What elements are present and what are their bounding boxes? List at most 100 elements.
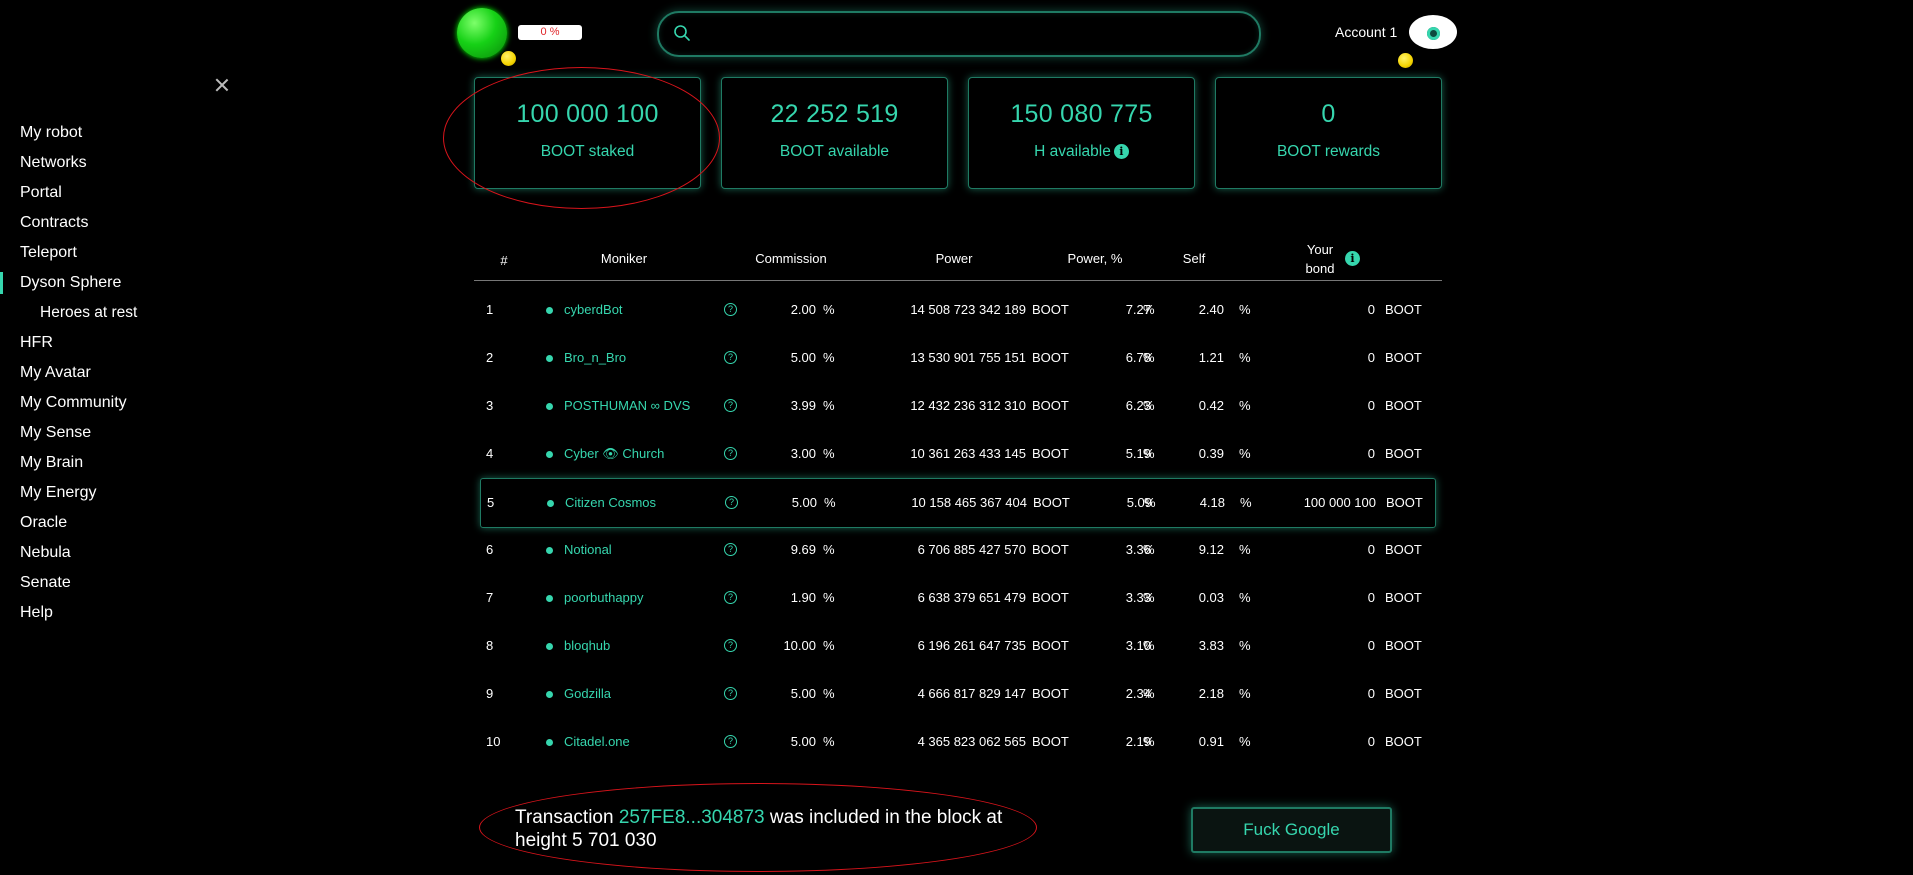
status-dot <box>546 403 553 410</box>
question-icon[interactable]: ? <box>724 735 737 748</box>
table-row[interactable]: 2 Bro_n_Bro? 5.00% 13 530 901 755 151 BOOT 6.… <box>474 334 1442 382</box>
moniker-link[interactable]: Bro_n_Bro <box>564 334 626 382</box>
bond-unit: BOOT <box>1385 446 1422 461</box>
commission-value: 2.00 <box>790 302 816 317</box>
table-header: # Moniker Commission Power Power, % Self… <box>474 240 1442 281</box>
sidebar-item-contracts[interactable]: Contracts <box>0 208 300 238</box>
table-row[interactable]: 8 bloqhub? 10.00% 6 196 261 647 735 BOOT 3.10… <box>474 622 1442 670</box>
commission-value: 5.00 <box>790 734 816 749</box>
tx-hash-link[interactable]: 257FE8...304873 <box>619 807 765 828</box>
power-pct-unit: % <box>1143 734 1155 749</box>
moniker-link[interactable]: Citizen Cosmos <box>565 479 656 527</box>
sidebar-item-networks[interactable]: Networks <box>0 148 300 178</box>
sidebar-item-my-brain[interactable]: My Brain <box>0 448 300 478</box>
question-icon[interactable]: ? <box>724 399 737 412</box>
power-unit: BOOT <box>1032 638 1069 653</box>
self-unit: % <box>1239 542 1251 557</box>
col-your-bond-line2: bond <box>1305 261 1335 276</box>
stat-label: BOOT staked <box>540 143 635 160</box>
row-number: 4 <box>486 446 494 461</box>
table-row[interactable]: 3 POSTHUMAN ∞ DVS? 3.99% 12 432 236 312 310… <box>474 382 1442 430</box>
power-value: 6 196 261 647 735 <box>917 638 1026 653</box>
power-value: 13 530 901 755 151 <box>910 350 1026 365</box>
table-row[interactable]: 9 Godzilla? 5.00% 4 666 817 829 147 BOOT 2.34… <box>474 670 1442 718</box>
sidebar-item-senate[interactable]: Senate <box>0 568 300 598</box>
self-value: 0.91 <box>1198 734 1224 749</box>
robot-status-dot <box>501 51 516 66</box>
row-number: 10 <box>486 734 501 749</box>
question-icon[interactable]: ? <box>724 351 737 364</box>
moniker-link[interactable]: bloqhub <box>564 622 610 670</box>
table-row[interactable]: 5 Citizen Cosmos? 5.00% 10 158 465 367 404 B… <box>480 478 1436 528</box>
question-icon[interactable]: ? <box>724 687 737 700</box>
stat-card-h-available: 150 080 775 H available i <box>968 77 1195 189</box>
sidebar-item-my-avatar[interactable]: My Avatar <box>0 358 300 388</box>
table-row[interactable]: 10 Citadel.one? 5.00% 4 365 823 062 565 BOOT… <box>474 718 1442 766</box>
question-icon[interactable]: ? <box>724 639 737 652</box>
moniker-link[interactable]: cyberdBot <box>564 286 623 334</box>
sidebar-item-nebula[interactable]: Nebula <box>0 538 300 568</box>
info-icon[interactable]: i <box>1345 251 1360 266</box>
power-pct-unit: % <box>1143 542 1155 557</box>
robot-avatar[interactable] <box>457 8 507 58</box>
table-row[interactable]: 4 Cyber 👁 Church? 3.00% 10 361 263 433 145 B… <box>474 430 1442 478</box>
table-row[interactable]: 1 cyberdBot? 2.00% 14 508 723 342 189 BOOT 7.… <box>474 286 1442 334</box>
power-unit: BOOT <box>1032 734 1069 749</box>
search-input[interactable] <box>703 17 1247 51</box>
info-icon[interactable]: i <box>1113 144 1129 160</box>
moniker-link[interactable]: Cyber 👁 Church <box>564 430 664 478</box>
commission-unit: % <box>824 495 836 510</box>
power-pct-unit: % <box>1143 590 1155 605</box>
sidebar-item-heroes-at-rest[interactable]: Heroes at rest <box>0 298 300 328</box>
sidebar-item-my-community[interactable]: My Community <box>0 388 300 418</box>
moniker-link[interactable]: Godzilla <box>564 670 611 718</box>
bond-unit: BOOT <box>1385 302 1422 317</box>
question-icon[interactable]: ? <box>724 447 737 460</box>
row-number: 5 <box>487 495 495 510</box>
moniker-link[interactable]: Citadel.one <box>564 718 630 766</box>
sidebar-item-my-robot[interactable]: My robot <box>0 118 300 148</box>
sidebar-item-portal[interactable]: Portal <box>0 178 300 208</box>
status-dot <box>546 643 553 650</box>
moniker-link[interactable]: POSTHUMAN ∞ DVS <box>564 382 690 430</box>
commission-unit: % <box>823 686 835 701</box>
question-icon[interactable]: ? <box>724 303 737 316</box>
table-row[interactable]: 6 Notional? 9.69% 6 706 885 427 570 BOOT 3.36… <box>474 526 1442 574</box>
question-icon[interactable]: ? <box>724 543 737 556</box>
sidebar-item-oracle[interactable]: Oracle <box>0 508 300 538</box>
eye-icon[interactable] <box>1409 15 1457 49</box>
stat-card-boot-rewards: 0 BOOT rewards <box>1215 77 1442 189</box>
self-value: 0.42 <box>1198 398 1224 413</box>
question-icon[interactable]: ? <box>725 496 738 509</box>
stat-value: 150 080 775 <box>1010 100 1153 128</box>
account-name[interactable]: Account 1 <box>1335 24 1397 40</box>
sidebar-item-help[interactable]: Help <box>0 598 300 628</box>
search-bar[interactable] <box>657 11 1261 57</box>
col-your-bond[interactable]: Your bond <box>1300 240 1340 278</box>
sidebar-item-my-energy[interactable]: My Energy <box>0 478 300 508</box>
bond-value: 0 <box>1367 446 1375 461</box>
self-value: 2.40 <box>1198 302 1224 317</box>
action-button[interactable]: Fuck Google <box>1191 807 1392 853</box>
row-number: 3 <box>486 398 494 413</box>
commission-value: 5.00 <box>791 495 817 510</box>
table-row[interactable]: 7 poorbuthappy? 1.90% 6 638 379 651 479 BOOT… <box>474 574 1442 622</box>
col-power-pct[interactable]: Power, % <box>1060 251 1130 266</box>
sidebar-item-hfr[interactable]: HFR <box>0 328 300 358</box>
sidebar-item-dyson-sphere[interactable]: Dyson Sphere <box>0 268 300 298</box>
sidebar-item-my-sense[interactable]: My Sense <box>0 418 300 448</box>
col-moniker[interactable]: Moniker <box>584 251 664 266</box>
power-pct-unit: % <box>1143 350 1155 365</box>
transaction-message: Transaction 257FE8...304873 was included… <box>515 806 1035 852</box>
col-power[interactable]: Power <box>924 251 984 266</box>
col-commission[interactable]: Commission <box>746 251 836 266</box>
sidebar-item-teleport[interactable]: Teleport <box>0 238 300 268</box>
bond-value: 0 <box>1367 734 1375 749</box>
moniker-link[interactable]: Notional <box>564 526 612 574</box>
close-icon[interactable] <box>213 76 231 94</box>
col-self[interactable]: Self <box>1174 251 1214 266</box>
moniker-link[interactable]: poorbuthappy <box>564 574 644 622</box>
bond-unit: BOOT <box>1386 495 1423 510</box>
question-icon[interactable]: ? <box>724 591 737 604</box>
row-number: 8 <box>486 638 494 653</box>
